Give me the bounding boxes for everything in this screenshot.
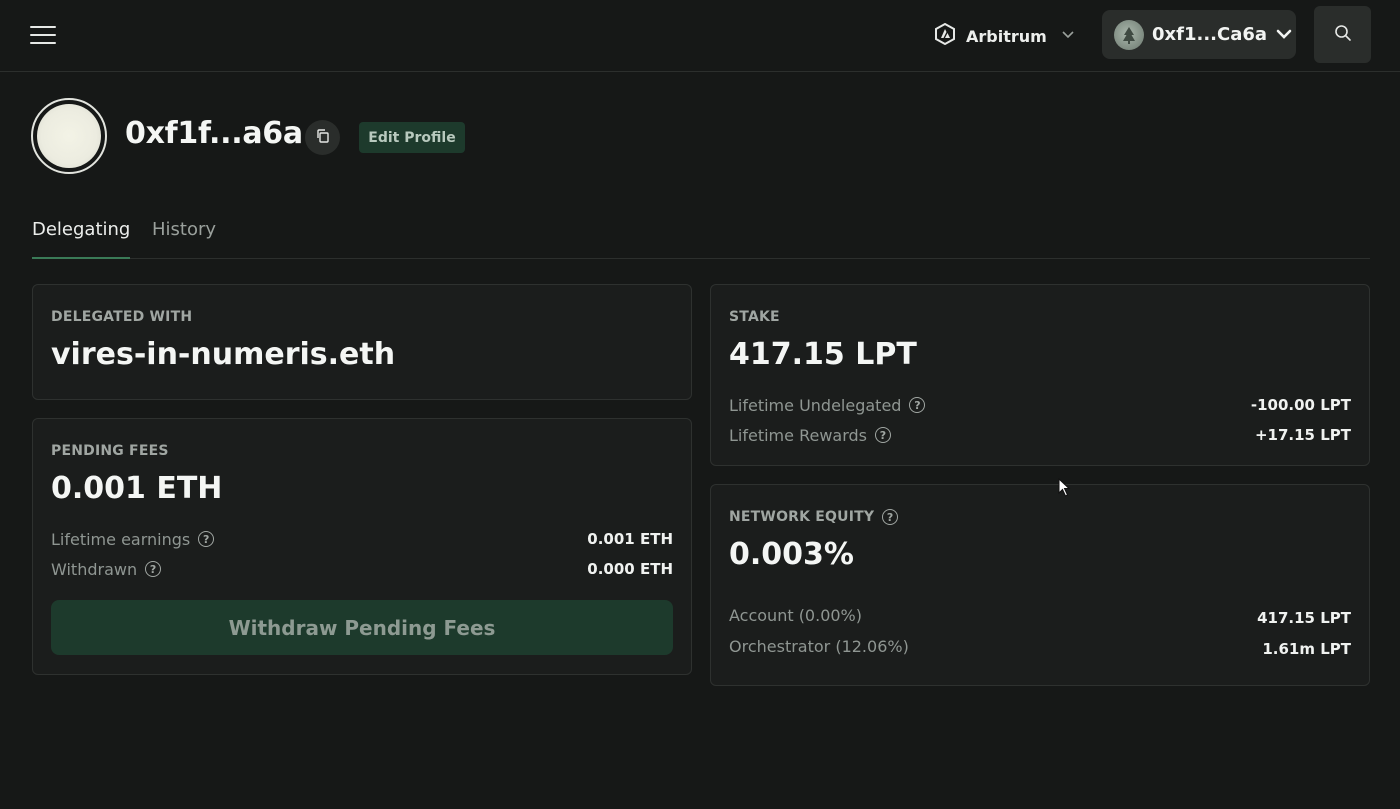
- stake-value: 417.15 LPT: [729, 337, 917, 372]
- copy-icon: [315, 128, 331, 148]
- lifetime-undelegated-value: -100.00 LPT: [1250, 396, 1351, 414]
- chevron-down-icon: [1061, 29, 1075, 43]
- network-equity-label-row: NETWORK EQUITY ?: [729, 509, 899, 525]
- delegated-with-card: DELEGATED WITH vires-in-numeris.eth: [32, 284, 692, 400]
- network-label: Arbitrum: [966, 26, 1047, 46]
- withdrawn-label: Withdrawn: [51, 559, 138, 579]
- delegated-with-label: DELEGATED WITH: [51, 309, 193, 325]
- top-bar: Arbitrum 0xf1...Ca6a: [0, 0, 1400, 72]
- pending-fees-label: PENDING FEES: [51, 443, 169, 459]
- account-equity-label: Account (0.00%): [729, 605, 862, 625]
- pending-fees-card: PENDING FEES 0.001 ETH Lifetime earnings…: [32, 418, 692, 675]
- lifetime-undelegated-row: Lifetime Undelegated? -100.00 LPT: [729, 394, 1351, 416]
- stake-label: STAKE: [729, 309, 780, 325]
- account-button[interactable]: 0xf1...Ca6a: [1102, 10, 1296, 59]
- tab-delegating[interactable]: Delegating: [32, 219, 131, 259]
- withdrawn-row: Withdrawn? 0.000 ETH: [51, 558, 673, 580]
- stake-card: STAKE 417.15 LPT Lifetime Undelegated? -…: [710, 284, 1370, 466]
- lifetime-undelegated-label: Lifetime Undelegated: [729, 395, 902, 415]
- withdraw-pending-fees-button[interactable]: Withdraw Pending Fees: [51, 600, 673, 655]
- search-button[interactable]: [1314, 6, 1371, 63]
- network-selector[interactable]: Arbitrum: [934, 22, 1075, 50]
- mouse-cursor-icon: [1058, 477, 1074, 500]
- hamburger-menu-icon[interactable]: [30, 24, 58, 46]
- lifetime-rewards-value: +17.15 LPT: [1254, 426, 1351, 444]
- edit-profile-button[interactable]: Edit Profile: [359, 122, 465, 153]
- profile-avatar: [31, 98, 107, 174]
- network-equity-label: NETWORK EQUITY: [729, 509, 875, 525]
- tab-bar: Delegating History: [32, 212, 1370, 259]
- withdrawn-value: 0.000 ETH: [587, 560, 673, 578]
- chevron-down-icon: [1275, 24, 1293, 45]
- network-equity-card: NETWORK EQUITY ? 0.003% Account (0.00%) …: [710, 484, 1370, 686]
- account-label: 0xf1...Ca6a: [1152, 24, 1268, 45]
- lifetime-earnings-value: 0.001 ETH: [587, 530, 673, 548]
- lifetime-earnings-label: Lifetime earnings: [51, 529, 191, 549]
- account-equity-row: Account (0.00%) 417.15 LPT: [729, 604, 1351, 628]
- help-icon[interactable]: ?: [875, 427, 891, 443]
- help-icon[interactable]: ?: [909, 397, 926, 413]
- lifetime-rewards-row: Lifetime Rewards? +17.15 LPT: [729, 424, 1351, 446]
- tab-history[interactable]: History: [152, 219, 216, 259]
- pending-fees-value: 0.001 ETH: [51, 471, 223, 506]
- orchestrator-equity-value: 1.61m LPT: [1262, 640, 1351, 658]
- arbitrum-logo-icon: [934, 22, 956, 49]
- help-icon[interactable]: ?: [145, 561, 162, 577]
- delegated-with-value[interactable]: vires-in-numeris.eth: [51, 337, 395, 372]
- orchestrator-equity-row: Orchestrator (12.06%) 1.61m LPT: [729, 635, 1351, 659]
- lifetime-earnings-row: Lifetime earnings? 0.001 ETH: [51, 528, 673, 550]
- lifetime-rewards-label: Lifetime Rewards: [729, 425, 867, 445]
- search-icon: [1334, 24, 1352, 46]
- orchestrator-equity-label: Orchestrator (12.06%): [729, 636, 909, 656]
- help-icon[interactable]: ?: [882, 509, 899, 525]
- profile-name: 0xf1f...a6a: [125, 116, 303, 151]
- help-icon[interactable]: ?: [198, 531, 215, 547]
- copy-address-button[interactable]: [305, 120, 340, 155]
- network-equity-value: 0.003%: [729, 537, 854, 572]
- account-equity-value: 417.15 LPT: [1257, 609, 1351, 627]
- account-avatar-icon: [1114, 19, 1144, 50]
